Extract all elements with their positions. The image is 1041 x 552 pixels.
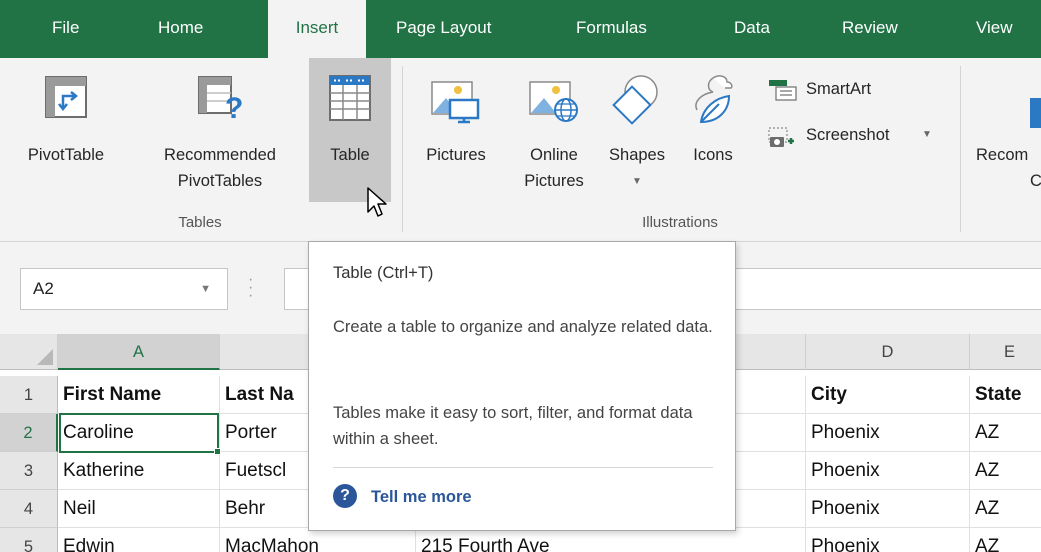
pivottable-button[interactable]: PivotTable — [12, 58, 120, 202]
tooltip-title: Table (Ctrl+T) — [333, 264, 434, 282]
recommended-pivottables-icon: ? — [198, 76, 243, 122]
smartart-icon — [769, 80, 797, 101]
cell-e2[interactable]: AZ — [970, 414, 1041, 452]
row-header[interactable]: 5 — [0, 528, 58, 552]
smartart-label: SmartArt — [806, 80, 872, 98]
column-header-a[interactable]: A — [58, 334, 220, 370]
recommended-pivottables-label-2: PivotTables — [177, 172, 263, 190]
recommended-charts-icon — [1030, 98, 1041, 128]
cell-d3[interactable]: Phoenix — [806, 452, 970, 490]
ribbon: PivotTable ? Recommended PivotTables Tab… — [0, 58, 1041, 242]
cell-a3[interactable]: Katherine — [58, 452, 220, 490]
cell-e5[interactable]: AZ — [970, 528, 1041, 552]
name-box[interactable]: A2 ▼ — [20, 268, 228, 310]
shapes-dropdown-caret: ▼ — [632, 176, 642, 187]
cell-a4[interactable]: Neil — [58, 490, 220, 528]
online-pictures-label-1: Online — [530, 146, 578, 164]
tab-data[interactable]: Data — [734, 0, 770, 58]
recommended-charts-label-1: Recom — [976, 146, 1029, 164]
mouse-cursor-icon — [367, 187, 387, 217]
cell-a1[interactable]: First Name — [58, 376, 220, 414]
icons-icon — [695, 75, 733, 124]
tooltip-description: Create a table to organize and analyze r… — [333, 318, 713, 336]
online-pictures-icon — [529, 81, 578, 122]
cell-d5[interactable]: Phoenix — [806, 528, 970, 552]
tab-home[interactable]: Home — [158, 0, 203, 58]
tab-formulas[interactable]: Formulas — [576, 0, 647, 58]
pivottable-icon — [45, 76, 87, 118]
formula-bar-grip-icon: · · · — [248, 271, 254, 304]
pictures-icon — [431, 81, 480, 124]
cell-c5[interactable]: 215 Fourth Ave — [416, 528, 806, 552]
shapes-button[interactable]: Shapes ▼ — [598, 58, 676, 202]
ribbon-tab-bar: File Home Insert Page Layout Formulas Da… — [0, 0, 1041, 58]
cell-d4[interactable]: Phoenix — [806, 490, 970, 528]
cell-b5[interactable]: MacMahon — [220, 528, 416, 552]
svg-text:?: ? — [225, 92, 243, 122]
tab-review[interactable]: Review — [842, 0, 898, 58]
recommended-charts-label-2: Cl — [1030, 172, 1041, 190]
screenshot-icon — [768, 127, 794, 147]
icons-button[interactable]: Icons — [678, 58, 748, 202]
group-separator — [960, 66, 961, 232]
illustrations-group-label: Illustrations — [642, 214, 718, 231]
cell-d2[interactable]: Phoenix — [806, 414, 970, 452]
recommended-pivottables-button[interactable]: ? Recommended PivotTables — [140, 58, 300, 202]
column-header-d[interactable]: D — [806, 334, 970, 370]
name-box-value: A2 — [33, 279, 54, 298]
shapes-icon — [612, 75, 658, 125]
online-pictures-label-2: Pictures — [524, 172, 584, 190]
name-box-dropdown-icon[interactable]: ▼ — [200, 269, 211, 309]
recommended-pivottables-label-1: Recommended — [164, 146, 276, 164]
tab-insert[interactable]: Insert — [268, 0, 366, 58]
column-header-e[interactable]: E — [970, 334, 1041, 370]
cell-d1[interactable]: City — [806, 376, 970, 414]
row-header[interactable]: 4 — [0, 490, 58, 528]
tooltip-detail: Tables make it easy to sort, filter, and… — [333, 404, 693, 448]
cell-e4[interactable]: AZ — [970, 490, 1041, 528]
tab-file[interactable]: File — [52, 0, 79, 58]
tell-me-more-label: Tell me more — [371, 488, 472, 506]
tables-group-label: Tables — [178, 214, 222, 231]
screenshot-label: Screenshot — [806, 126, 890, 144]
pictures-button[interactable]: Pictures — [410, 58, 502, 202]
cell-e1[interactable]: State — [970, 376, 1041, 414]
cell-a2[interactable]: Caroline — [58, 414, 220, 452]
group-separator — [402, 66, 403, 232]
tooltip-divider — [333, 467, 713, 468]
pictures-label: Pictures — [426, 146, 486, 164]
tab-view[interactable]: View — [976, 0, 1013, 58]
help-icon: ? — [333, 484, 357, 508]
pivottable-label: PivotTable — [27, 146, 105, 164]
cell-a5[interactable]: Edwin — [58, 528, 220, 552]
online-pictures-button[interactable]: Online Pictures — [508, 58, 600, 202]
cell-e3[interactable]: AZ — [970, 452, 1041, 490]
row-header[interactable]: 3 — [0, 452, 58, 490]
table-tooltip: Table (Ctrl+T) Create a table to organiz… — [308, 241, 736, 531]
recommended-charts-button[interactable]: Recom Cl — [970, 58, 1041, 202]
fill-handle[interactable] — [214, 448, 221, 455]
table-label: Table — [330, 146, 370, 164]
shapes-label: Shapes — [609, 146, 665, 164]
screenshot-dropdown-caret: ▼ — [922, 129, 932, 140]
row-header[interactable]: 2 — [0, 414, 58, 452]
table-icon — [329, 75, 371, 121]
icons-label: Icons — [693, 146, 733, 164]
select-all-corner[interactable] — [0, 334, 58, 370]
row-header[interactable]: 1 — [0, 376, 58, 414]
tab-page-layout[interactable]: Page Layout — [396, 0, 491, 58]
table-button[interactable]: Table — [309, 58, 391, 202]
